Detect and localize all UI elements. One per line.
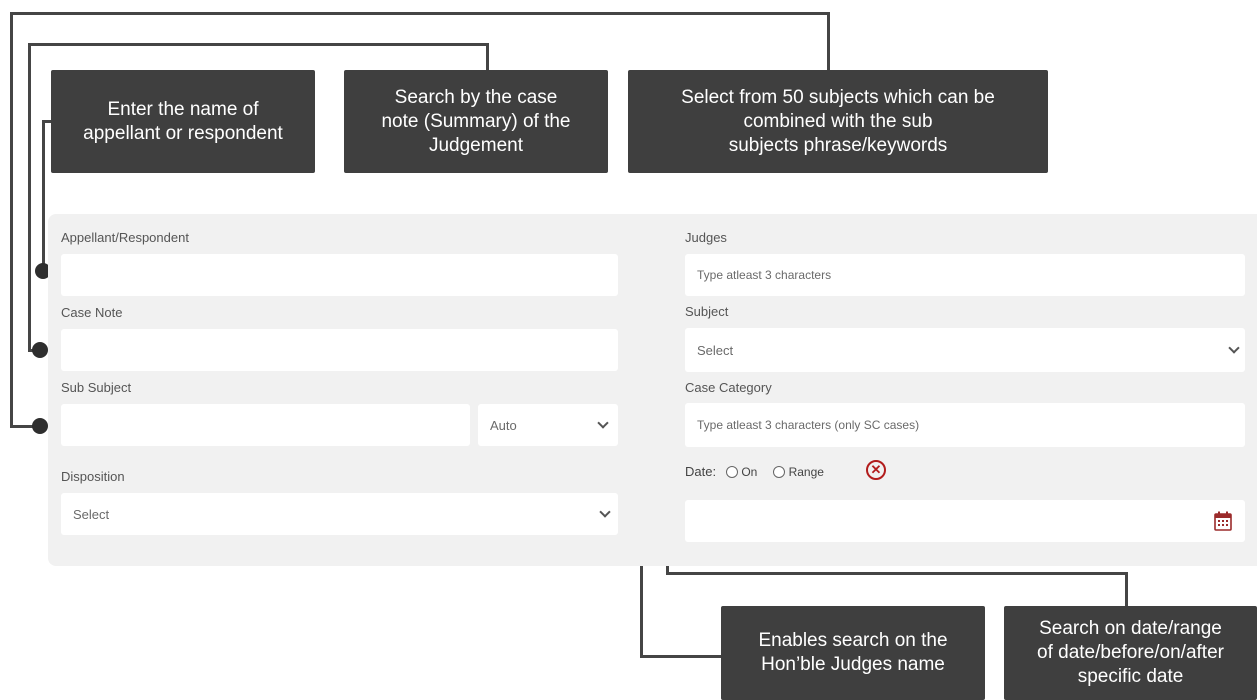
date-input[interactable] <box>685 500 1245 542</box>
judges-label: Judges <box>685 230 727 245</box>
chevron-down-icon <box>597 417 609 429</box>
disposition-label: Disposition <box>61 469 125 484</box>
callout-text: specific date <box>1077 666 1184 687</box>
chevron-down-icon <box>599 506 611 518</box>
callout-date: Search on date/range of date/before/on/a… <box>1004 606 1257 700</box>
callout-judges: Enables search on the Hon’ble Judges nam… <box>721 606 985 700</box>
close-circle-icon[interactable]: ✕ <box>866 460 886 480</box>
sub-subject-label: Sub Subject <box>61 380 132 395</box>
callout-name: Enter the name of appellant or responden… <box>51 70 315 173</box>
appellant-input[interactable] <box>61 254 618 296</box>
sub-subject-mode-value: Auto <box>490 417 517 433</box>
case-note-label: Case Note <box>61 305 123 320</box>
callout-text: Judgement <box>428 134 523 156</box>
connector-date <box>1125 572 1128 606</box>
connector-case-note <box>28 43 489 46</box>
judges-input[interactable]: Type atleast 3 characters <box>685 254 1245 296</box>
disposition-select[interactable]: Select <box>61 493 618 535</box>
callout-text: Search by the case <box>394 86 558 108</box>
connector-case-note <box>486 43 489 70</box>
callout-text: Search on date/range <box>1039 618 1222 639</box>
callout-text: note (Summary) of the <box>381 110 571 132</box>
callout-text: Select from 50 subjects which can be <box>681 86 995 108</box>
connector-subjects <box>10 12 830 15</box>
case-category-input[interactable]: Type atleast 3 characters (only SC cases… <box>685 403 1245 447</box>
date-on-label[interactable]: On <box>741 465 757 479</box>
callout-text: appellant or respondent <box>83 122 283 144</box>
callout-case-note: Search by the case note (Summary) of the… <box>344 70 608 173</box>
connector-judges <box>640 655 722 658</box>
date-on-radio[interactable] <box>725 466 738 478</box>
case-note-input[interactable] <box>61 329 618 371</box>
case-category-label: Case Category <box>685 380 772 395</box>
callout-subjects: Select from 50 subjects which can be com… <box>628 70 1048 173</box>
date-range-label[interactable]: Range <box>789 465 824 479</box>
connector-name <box>42 120 45 270</box>
disposition-value: Select <box>73 506 110 522</box>
connector-subjects <box>10 12 13 428</box>
callout-text: subjects phrase/keywords <box>728 134 948 156</box>
subject-label: Subject <box>685 304 729 319</box>
sub-subject-mode-select[interactable]: Auto <box>478 404 618 446</box>
chevron-down-icon <box>1228 342 1240 354</box>
connector-dot-sub-subject <box>32 418 48 434</box>
appellant-label: Appellant/Respondent <box>61 230 189 245</box>
subject-select[interactable]: Select <box>685 328 1245 372</box>
connector-dot-case-note <box>32 342 48 358</box>
connector-date <box>666 572 1128 575</box>
callout-text: of date/before/on/after <box>1037 642 1224 663</box>
date-label: Date: <box>685 464 717 479</box>
date-range-radio[interactable] <box>772 466 785 478</box>
date-filter-row: Date: On Range <box>685 464 824 479</box>
callout-text: combined with the sub <box>743 110 933 132</box>
subject-value: Select <box>697 342 734 358</box>
callout-text: Hon’ble Judges name <box>761 654 945 675</box>
calendar-icon[interactable] <box>1214 511 1232 531</box>
connector-case-note <box>28 43 31 352</box>
connector-subjects <box>827 12 830 70</box>
callout-text: Enter the name of <box>107 98 259 120</box>
sub-subject-input[interactable] <box>61 404 470 446</box>
callout-text: Enables search on the <box>758 630 948 651</box>
